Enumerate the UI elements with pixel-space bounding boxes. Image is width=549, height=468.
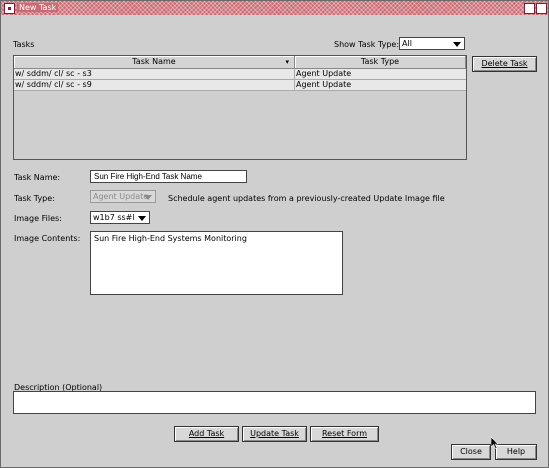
task-type-select[interactable]: Agent Update: [90, 190, 156, 203]
add-task-button[interactable]: Add Task: [174, 426, 239, 442]
delete-task-button[interactable]: Delete Task: [472, 56, 537, 72]
task-type-cell: Agent Update: [296, 80, 352, 89]
window-menu-icon[interactable]: [4, 3, 15, 14]
show-task-type-value: All: [402, 39, 412, 48]
task-name-input[interactable]: [90, 170, 247, 183]
update-task-button[interactable]: Update Task: [242, 426, 307, 442]
maximize-icon[interactable]: [536, 3, 547, 14]
title-bar[interactable]: New Task: [1, 1, 548, 15]
description-input[interactable]: [13, 391, 536, 414]
close-button[interactable]: Close: [451, 444, 491, 460]
mouse-cursor-icon: [491, 437, 499, 449]
task-type-label: Task Type:: [14, 194, 55, 203]
task-type-description: Schedule agent updates from a previously…: [168, 194, 445, 203]
tasks-table: Task Name ▾ Task Type w/ sddm/ cl/ sc - …: [13, 55, 467, 160]
column-header-task-name[interactable]: Task Name ▾: [14, 56, 295, 68]
image-contents-area[interactable]: Sun Fire High-End Systems Monitoring: [90, 231, 343, 295]
task-type-value: Agent Update: [93, 192, 149, 201]
table-header: Task Name ▾ Task Type: [14, 56, 466, 69]
table-row[interactable]: w/ sddm/ cl/ sc - s9 Agent Update: [14, 80, 466, 91]
task-name-cell: w/ sddm/ cl/ sc - s9: [14, 80, 295, 90]
table-row[interactable]: w/ sddm/ cl/ sc - s3 Agent Update: [14, 69, 466, 80]
new-task-window: New Task Tasks Show Task Type: All Task …: [0, 0, 549, 468]
show-task-type-label: Show Task Type:: [334, 40, 400, 49]
task-name-cell: w/ sddm/ cl/ sc - s3: [14, 69, 295, 79]
image-contents-label: Image Contents:: [14, 234, 81, 243]
tasks-label: Tasks: [13, 40, 35, 49]
show-task-type-select[interactable]: All: [399, 37, 465, 50]
image-files-label: Image Files:: [14, 214, 62, 223]
chevron-down-icon: [453, 42, 461, 47]
chevron-down-icon: [138, 216, 146, 221]
image-files-select[interactable]: w1b7 ss#l: [90, 211, 150, 224]
task-name-label: Task Name:: [14, 173, 61, 182]
column-header-task-type[interactable]: Task Type: [295, 56, 466, 68]
sort-icon: ▾: [285, 58, 289, 66]
task-type-cell: Agent Update: [296, 69, 352, 78]
reset-form-button[interactable]: Reset Form: [310, 426, 379, 442]
help-button[interactable]: Help: [495, 444, 537, 460]
image-files-value: w1b7 ss#l: [93, 213, 135, 222]
chevron-down-icon: [144, 195, 152, 200]
window-title: New Task: [17, 3, 59, 12]
minimize-icon[interactable]: [524, 3, 535, 14]
